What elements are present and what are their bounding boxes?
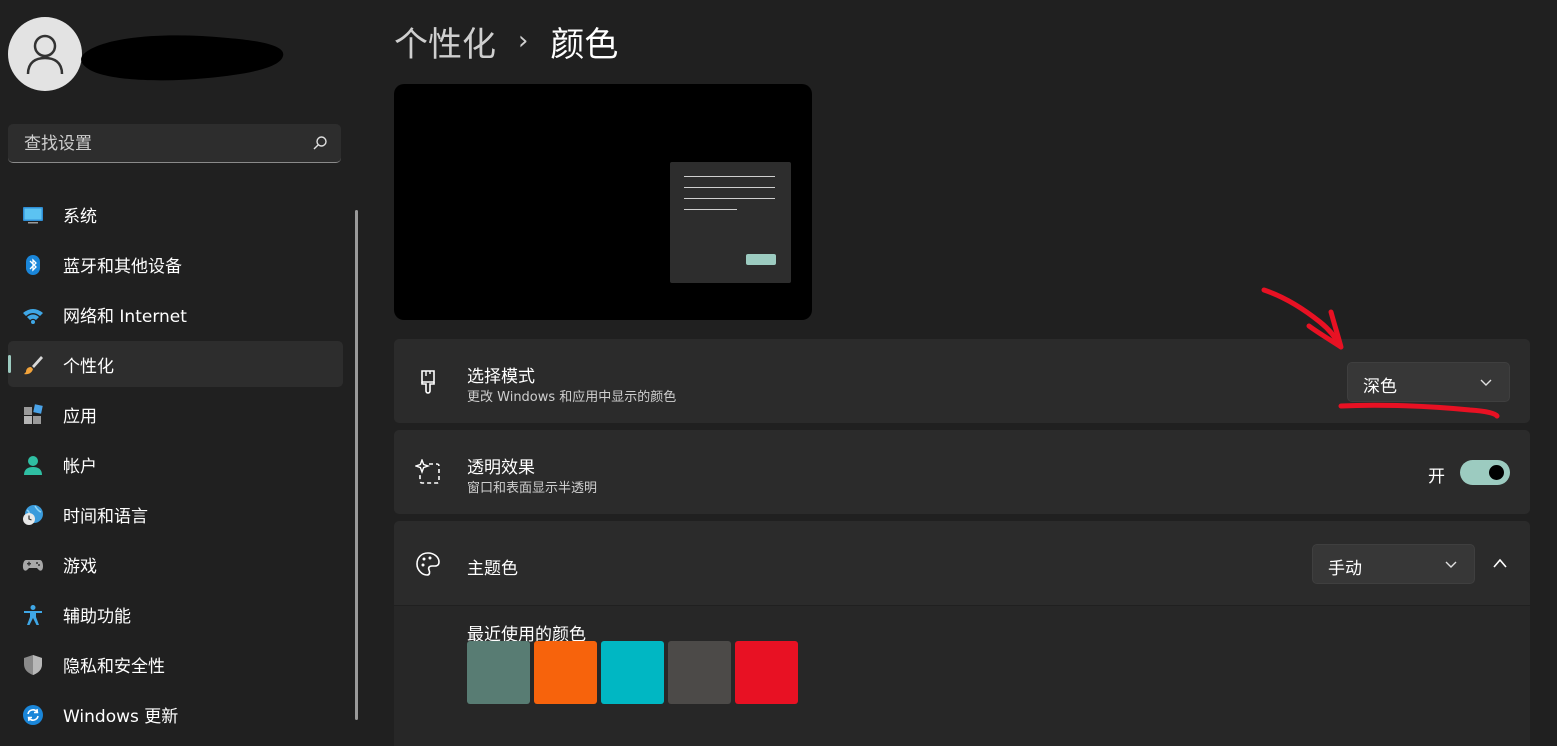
- color-swatch[interactable]: [467, 641, 530, 704]
- breadcrumb-parent[interactable]: 个性化: [394, 17, 496, 66]
- sidebar-item-label: 蓝牙和其他设备: [63, 256, 182, 277]
- sidebar-item-label: 时间和语言: [63, 506, 148, 527]
- sidebar-item-apps[interactable]: 应用: [8, 391, 343, 437]
- sidebar-scrollbar[interactable]: [355, 210, 358, 720]
- color-swatch[interactable]: [735, 641, 798, 704]
- account-icon: [24, 456, 42, 475]
- accessibility-icon: [24, 605, 42, 625]
- gamepad-icon: [22, 560, 44, 571]
- preview-button: [746, 254, 776, 265]
- mode-dropdown-value: 深色: [1363, 377, 1397, 397]
- transparency-title: 透明效果: [467, 458, 535, 478]
- sidebar-item-bluetooth[interactable]: 蓝牙和其他设备: [8, 241, 343, 287]
- sidebar-item-personalization[interactable]: 个性化: [8, 341, 343, 387]
- color-swatch[interactable]: [668, 641, 731, 704]
- sidebar-item-windows-update[interactable]: Windows 更新: [8, 691, 343, 737]
- choose-mode-title: 选择模式: [467, 367, 535, 387]
- sidebar-item-label: 游戏: [63, 556, 97, 577]
- search-input[interactable]: [22, 124, 296, 164]
- color-swatch[interactable]: [534, 641, 597, 704]
- preview-text-line: [684, 187, 775, 188]
- sidebar-item-label: 应用: [63, 406, 97, 427]
- color-swatch[interactable]: [601, 641, 664, 704]
- brush-icon: [24, 356, 43, 375]
- chevron-down-icon: [1480, 379, 1492, 386]
- accent-color-panel: 最近使用的颜色: [394, 606, 1530, 746]
- apps-icon: [24, 404, 43, 424]
- sidebar-nav: 系统 蓝牙和其他设备 网络和 Internet 个性化 应用 帐户 时间和语言 …: [8, 191, 343, 741]
- sidebar-item-label: Windows 更新: [63, 706, 179, 727]
- page-title: 颜色: [550, 24, 619, 65]
- sidebar-item-time-language[interactable]: 时间和语言: [8, 491, 343, 537]
- sidebar-item-label: 网络和 Internet: [63, 306, 187, 327]
- preview-text-line: [684, 209, 737, 210]
- sidebar-item-accessibility[interactable]: 辅助功能: [8, 591, 343, 637]
- sidebar-item-gaming[interactable]: 游戏: [8, 541, 343, 587]
- avatar[interactable]: [8, 17, 82, 91]
- user-icon: [26, 34, 64, 75]
- transparency-state-label: 开: [1428, 467, 1445, 487]
- palette-icon: [416, 552, 440, 576]
- sidebar-item-label: 系统: [63, 206, 97, 227]
- preview-text-line: [684, 176, 775, 177]
- transparency-subtitle: 窗口和表面显示半透明: [467, 481, 598, 496]
- globe-clock-icon: [23, 505, 43, 525]
- sidebar-item-label: 辅助功能: [63, 606, 131, 627]
- sidebar-item-system[interactable]: 系统: [8, 191, 343, 237]
- sparkle-icon: [415, 459, 440, 484]
- chevron-up-icon[interactable]: [1492, 557, 1508, 569]
- mode-dropdown[interactable]: 深色: [1347, 362, 1510, 402]
- theme-preview: [394, 84, 812, 320]
- choose-mode-card: 选择模式 更改 Windows 和应用中显示的颜色 深色: [394, 339, 1530, 423]
- accent-color-card[interactable]: 主题色 手动: [394, 521, 1530, 605]
- breadcrumb: 个性化 › 颜色: [394, 16, 618, 66]
- toggle-knob: [1489, 465, 1504, 480]
- update-icon: [23, 705, 43, 725]
- shield-icon: [24, 655, 42, 675]
- preview-text-line: [684, 198, 775, 199]
- breadcrumb-separator: ›: [518, 26, 529, 56]
- transparency-toggle[interactable]: [1460, 460, 1510, 485]
- choose-mode-subtitle: 更改 Windows 和应用中显示的颜色: [467, 390, 677, 405]
- paintbrush-icon: [421, 370, 435, 394]
- search-icon[interactable]: [312, 135, 328, 151]
- sidebar-item-accounts[interactable]: 帐户: [8, 441, 343, 487]
- sidebar-item-label: 个性化: [63, 356, 114, 377]
- transparency-card: 透明效果 窗口和表面显示半透明 开: [394, 430, 1530, 514]
- bluetooth-icon: [26, 255, 40, 275]
- wifi-icon: [23, 309, 43, 324]
- accent-color-title: 主题色: [467, 559, 518, 579]
- redacted-user-name: [81, 35, 284, 81]
- sidebar-item-label: 帐户: [63, 456, 97, 477]
- accent-dropdown-value: 手动: [1328, 559, 1362, 579]
- search-box[interactable]: [8, 124, 341, 164]
- preview-window: [670, 162, 791, 283]
- recent-colors-list: [467, 641, 798, 704]
- sidebar-item-label: 隐私和安全性: [63, 656, 165, 677]
- chevron-down-icon: [1445, 561, 1457, 568]
- sidebar-item-privacy[interactable]: 隐私和安全性: [8, 641, 343, 687]
- accent-dropdown[interactable]: 手动: [1312, 544, 1475, 584]
- sidebar: 系统 蓝牙和其他设备 网络和 Internet 个性化: [0, 0, 360, 746]
- sidebar-item-network[interactable]: 网络和 Internet: [8, 291, 343, 337]
- monitor-icon: [23, 207, 43, 224]
